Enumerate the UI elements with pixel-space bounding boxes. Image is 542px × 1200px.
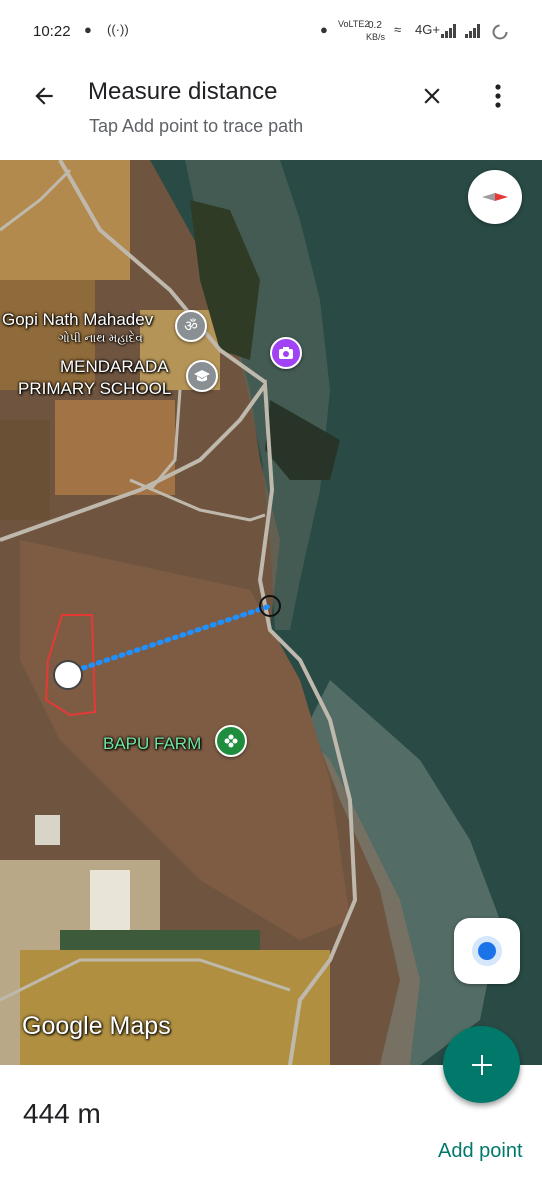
map-view[interactable]: Gopi Nath Mahadev ગોપી નાથ મહાદેવ ॐ MEND… <box>0 160 542 1065</box>
distance-value: 444 m <box>23 1098 101 1129</box>
status-time: 10:22 <box>33 23 71 40</box>
place-label-bapu-farm[interactable]: BAPU FARM <box>103 734 201 754</box>
back-arrow-icon <box>35 87 53 105</box>
location-dot-icon <box>478 942 496 960</box>
battery-icon <box>491 23 509 44</box>
status-bar: 10:22 ● ((·)) ● VoLTE2 0.2 KB/s ≈ 4G+ <box>0 0 542 62</box>
more-vert-icon <box>495 84 501 108</box>
volte-label: VoLTE2 <box>338 19 370 29</box>
hotspot-icon: ((·)) <box>107 22 129 37</box>
plus-icon <box>471 1054 492 1075</box>
close-icon <box>424 88 440 104</box>
location-icon: ● <box>320 22 328 37</box>
chat-icon: ● <box>84 22 92 37</box>
my-location-button[interactable] <box>454 918 520 984</box>
place-sublabel-gopi-nath: ગોપી નાથ મહાદેવ <box>58 331 143 345</box>
more-options-button[interactable] <box>482 78 514 114</box>
network-type: 4G+ <box>415 22 440 37</box>
add-point-label[interactable]: Add point <box>438 1140 523 1163</box>
om-icon[interactable]: ॐ <box>175 310 207 342</box>
compass-button[interactable] <box>468 170 522 224</box>
farm-icon[interactable] <box>215 725 247 757</box>
camera-icon[interactable] <box>270 337 302 369</box>
path-start-point[interactable] <box>53 660 83 690</box>
page-title: Measure distance <box>88 78 278 105</box>
place-label-school-line2[interactable]: PRIMARY SCHOOL <box>18 379 171 399</box>
signal-2-icon <box>465 24 481 41</box>
google-maps-watermark: Google Maps <box>22 1012 171 1040</box>
signal-icon <box>441 24 457 41</box>
speed-unit: KB/s <box>366 32 386 42</box>
speed-value: 0.2 <box>368 20 382 31</box>
add-point-button[interactable] <box>443 1026 520 1103</box>
school-icon[interactable] <box>186 360 218 392</box>
compass-icon <box>482 193 508 201</box>
wifi-icon: ≈ <box>394 22 402 37</box>
close-button[interactable] <box>412 78 452 114</box>
page-subtitle: Tap Add point to trace path <box>89 116 304 136</box>
place-label-gopi-nath[interactable]: Gopi Nath Mahadev <box>2 310 153 330</box>
app-bar: Measure distance Tap Add point to trace … <box>0 62 542 160</box>
place-label-school-line1[interactable]: MENDARADA <box>60 357 169 377</box>
back-button[interactable] <box>26 78 62 114</box>
